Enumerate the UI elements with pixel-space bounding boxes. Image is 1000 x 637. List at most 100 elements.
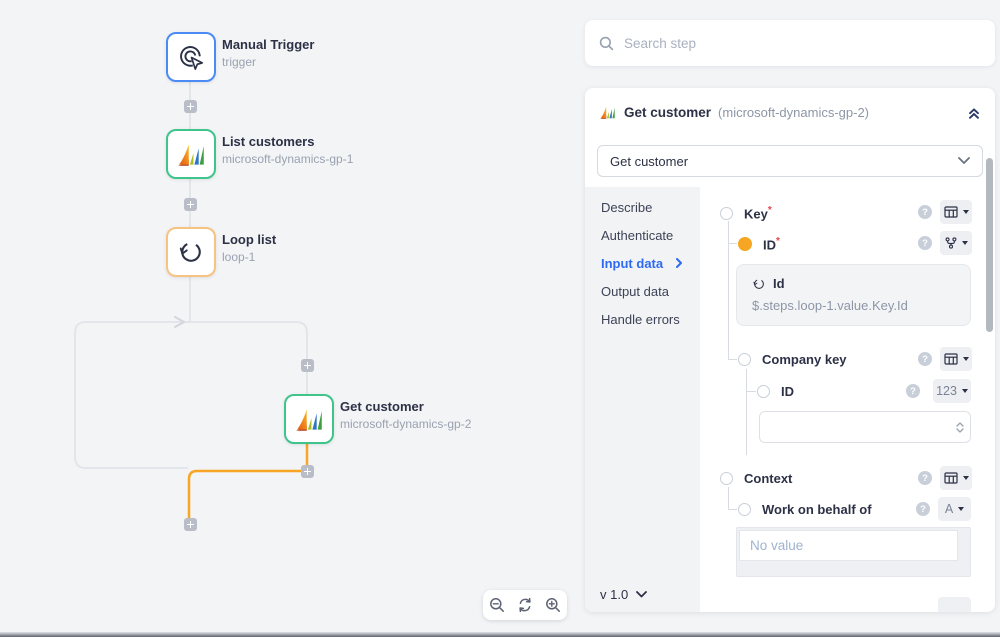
zoom-fit-button[interactable] (511, 590, 539, 620)
field-label: ID (781, 384, 794, 399)
field-label: ID* (763, 236, 780, 252)
tree-line (728, 487, 729, 509)
field-type-button-id[interactable] (940, 231, 972, 255)
dynamics-gp-icon (176, 141, 206, 168)
field-type-button-behalf[interactable]: A (938, 497, 971, 521)
field-row-context: Context (720, 471, 792, 486)
tree-line (746, 391, 756, 392)
node-loop-list[interactable] (166, 227, 216, 277)
add-step-button[interactable] (184, 518, 197, 531)
tab-output-data[interactable]: Output data (585, 277, 700, 305)
help-icon[interactable]: ? (918, 352, 932, 366)
workflow-builder-app: Manual Trigger trigger List customers mi… (0, 0, 1000, 637)
caret-down-icon (962, 241, 968, 245)
company-id-input[interactable] (760, 420, 956, 435)
caret-down-icon (963, 476, 969, 480)
node-title: List customers (222, 134, 353, 149)
help-icon[interactable]: ? (918, 205, 932, 219)
zoom-in-button[interactable] (539, 590, 567, 620)
dynamics-gp-icon (599, 105, 616, 120)
add-step-button[interactable] (184, 198, 197, 211)
reference-path: $.steps.loop-1.value.Key.Id (752, 298, 955, 313)
table-icon (944, 472, 958, 484)
behalf-input-wrap (736, 527, 971, 577)
node-list-customers[interactable] (166, 129, 216, 179)
action-select-value: Get customer (610, 154, 688, 169)
node-subtitle: loop-1 (222, 250, 276, 264)
text-type-label: A (945, 502, 953, 516)
node-label: Loop list loop-1 (222, 232, 276, 264)
field-type-button-context[interactable] (940, 466, 972, 490)
canvas-zoom-toolbar (483, 590, 567, 620)
search-step-input[interactable] (624, 36, 981, 51)
field-type-button-company-key[interactable] (940, 347, 972, 371)
tab-label: Input data (601, 256, 663, 271)
add-step-button[interactable] (301, 465, 314, 478)
number-stepper[interactable] (956, 422, 964, 433)
loop-flow-arrow (175, 317, 184, 327)
tab-label: Authenticate (601, 228, 673, 243)
help-icon[interactable]: ? (918, 236, 932, 250)
help-icon[interactable]: ? (918, 471, 932, 485)
zoom-out-button[interactable] (483, 590, 511, 620)
behalf-input[interactable] (739, 530, 958, 561)
action-select[interactable]: Get customer (597, 145, 983, 177)
loop-reference-icon (752, 277, 766, 291)
version-selector[interactable]: v 1.0 (600, 587, 647, 602)
field-row-company-key: Company key (738, 352, 847, 367)
tree-line (746, 369, 747, 455)
caret-down-icon (963, 357, 969, 361)
reference-value-box[interactable]: Id $.steps.loop-1.value.Key.Id (736, 264, 971, 326)
next-field-type-button-partial[interactable] (938, 597, 971, 612)
stepper-down-icon (956, 428, 964, 433)
field-type-button-key[interactable] (940, 200, 972, 224)
dynamics-gp-icon (294, 406, 324, 433)
field-toggle[interactable] (720, 207, 733, 220)
node-get-customer[interactable] (284, 394, 334, 444)
tree-line (728, 359, 737, 360)
config-tabs-sidebar: Describe Authenticate Input data Output … (585, 187, 700, 612)
field-type-button-company-id[interactable]: 123 (933, 379, 971, 403)
chevron-down-icon (636, 591, 647, 599)
field-label: Context (744, 471, 792, 486)
field-toggle[interactable] (738, 503, 751, 516)
help-icon[interactable]: ? (906, 384, 920, 398)
reference-name: Id (773, 276, 785, 291)
node-subtitle: microsoft-dynamics-gp-2 (340, 417, 471, 431)
tab-label: Output data (601, 284, 669, 299)
caret-down-icon (958, 507, 964, 511)
workflow-canvas[interactable]: Manual Trigger trigger List customers mi… (0, 0, 585, 637)
field-toggle-active[interactable] (738, 237, 752, 251)
caret-down-icon (963, 210, 969, 214)
version-label: v 1.0 (600, 587, 628, 602)
tree-line (728, 509, 737, 510)
node-label: Manual Trigger trigger (222, 37, 314, 69)
table-icon (944, 353, 958, 365)
collapse-panel-button[interactable] (967, 106, 981, 120)
field-toggle[interactable] (720, 472, 733, 485)
tab-input-data[interactable]: Input data (585, 249, 700, 277)
panel-scrollbar[interactable] (986, 158, 993, 332)
refresh-icon (517, 597, 533, 613)
node-title: Manual Trigger (222, 37, 314, 52)
step-config-panel: Get customer (microsoft-dynamics-gp-2) G… (585, 88, 995, 612)
node-subtitle: microsoft-dynamics-gp-1 (222, 152, 353, 166)
field-toggle[interactable] (757, 385, 770, 398)
node-subtitle: trigger (222, 55, 314, 69)
node-title: Loop list (222, 232, 276, 247)
field-row-work-on-behalf: Work on behalf of (738, 502, 872, 517)
chevron-down-icon (958, 157, 970, 165)
zoom-out-icon (489, 597, 505, 613)
tab-handle-errors[interactable]: Handle errors (585, 305, 700, 333)
node-manual-trigger[interactable] (166, 32, 216, 82)
tab-authenticate[interactable]: Authenticate (585, 221, 700, 249)
tab-describe[interactable]: Describe (585, 193, 700, 221)
help-icon[interactable]: ? (916, 502, 930, 516)
add-step-button[interactable] (301, 359, 314, 372)
field-toggle[interactable] (738, 353, 751, 366)
field-label: Work on behalf of (762, 502, 872, 517)
add-step-button[interactable] (184, 100, 197, 113)
node-title: Get customer (340, 399, 471, 414)
table-icon (944, 206, 958, 218)
tab-label: Handle errors (601, 312, 680, 327)
